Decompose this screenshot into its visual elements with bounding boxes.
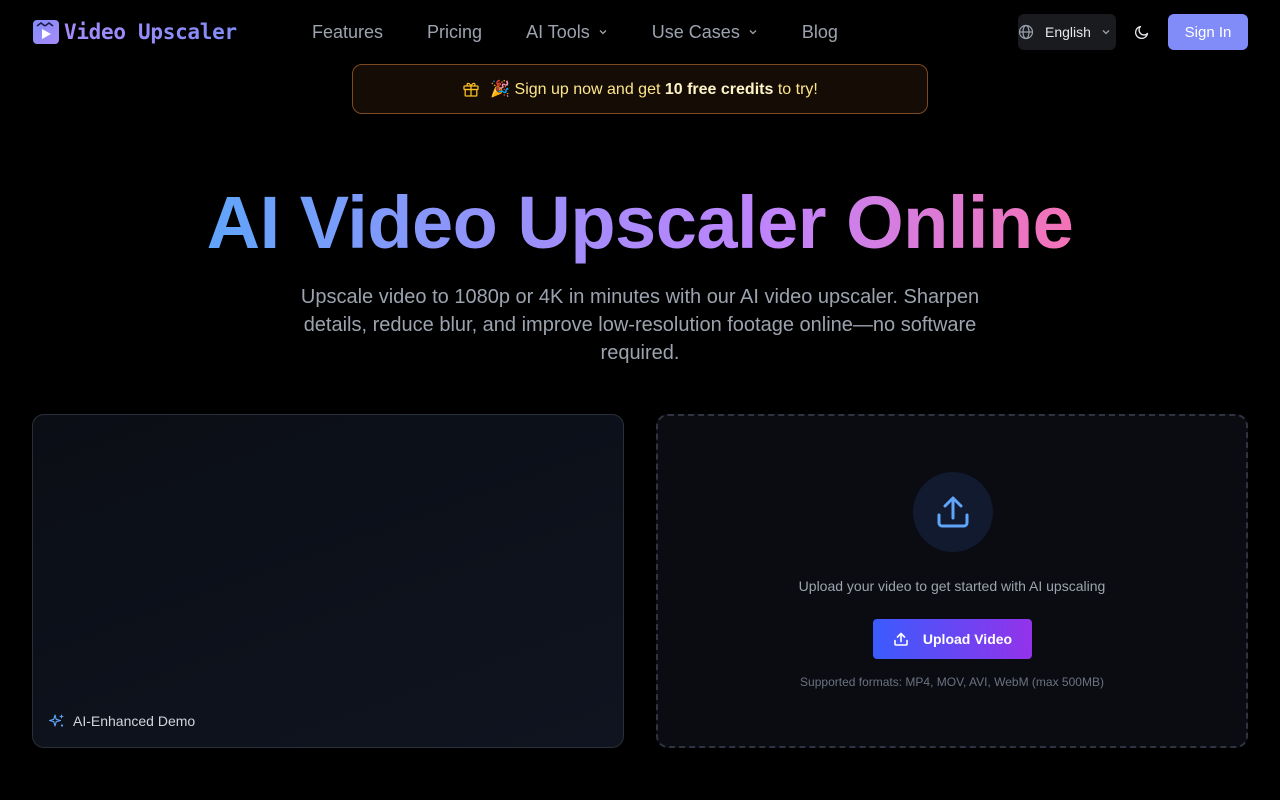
promo-banner: 🎉 Sign up now and get 10 free credits to… xyxy=(352,64,928,114)
chevron-down-icon xyxy=(599,30,607,35)
hero-title-text: AI Video Upscaler Online xyxy=(206,181,1074,264)
chevron-down-icon xyxy=(1102,30,1110,35)
nav-item-features[interactable]: Features xyxy=(290,22,405,43)
nav-item-label: AI Tools xyxy=(526,21,590,42)
nav-item-use-cases[interactable]: Use Cases xyxy=(630,22,780,43)
supported-formats: Supported formats: MP4, MOV, AVI, WebM (… xyxy=(800,675,1104,689)
demo-video-card[interactable]: AI-Enhanced Demo xyxy=(32,414,624,748)
banner-text-before: Sign up now and get xyxy=(514,81,661,98)
banner-highlight: 10 free credits xyxy=(664,81,774,98)
upload-prompt: Upload your video to get started with AI… xyxy=(798,578,1106,594)
banner-text: 🎉 Sign up now and get 10 free credits to… xyxy=(490,79,818,99)
sparkles-icon xyxy=(49,714,64,727)
upload-icon-circle xyxy=(913,472,993,552)
nav-item-label: Use Cases xyxy=(651,21,740,42)
video-play-icon xyxy=(33,20,59,44)
nav-item-ai-tools[interactable]: AI Tools xyxy=(504,22,630,43)
top-nav: Video Upscaler Features Pricing AI Tools… xyxy=(0,0,1280,64)
nav-item-label: Features xyxy=(312,21,384,42)
nav-item-label: Pricing xyxy=(427,21,483,42)
nav-links: Features Pricing AI Tools Use Cases Blog xyxy=(290,20,860,44)
nav-item-label: Blog xyxy=(801,21,838,42)
banner-text-after: to try! xyxy=(777,81,818,98)
chevron-down-icon xyxy=(749,30,757,35)
banner-emoji: 🎉 xyxy=(490,81,511,98)
logo-text: Video Upscaler xyxy=(64,20,237,44)
upload-dropzone[interactable]: Upload your video to get started with AI… xyxy=(656,414,1248,748)
globe-icon xyxy=(1018,24,1034,40)
gift-icon xyxy=(463,82,479,97)
moon-icon xyxy=(1134,25,1149,40)
upload-video-button[interactable]: Upload Video xyxy=(873,619,1032,659)
theme-toggle-button[interactable] xyxy=(1132,22,1152,42)
upload-icon xyxy=(937,496,969,528)
nav-item-blog[interactable]: Blog xyxy=(780,22,860,43)
page: Video Upscaler Features Pricing AI Tools… xyxy=(0,0,1280,800)
demo-label: AI-Enhanced Demo xyxy=(49,713,195,729)
nav-item-pricing[interactable]: Pricing xyxy=(405,22,504,43)
language-label: English xyxy=(1045,24,1091,40)
upload-icon xyxy=(894,632,908,646)
demo-label-text: AI-Enhanced Demo xyxy=(73,713,196,729)
upload-video-label: Upload Video xyxy=(922,631,1013,647)
hero-subtitle: Upscale video to 1080p or 4K in minutes … xyxy=(300,286,980,364)
hero-title: AI Video Upscaler Online xyxy=(0,180,1280,266)
language-select[interactable]: English xyxy=(1018,14,1116,50)
sign-in-button[interactable]: Sign In xyxy=(1168,14,1248,50)
logo-link[interactable]: Video Upscaler xyxy=(32,18,237,46)
